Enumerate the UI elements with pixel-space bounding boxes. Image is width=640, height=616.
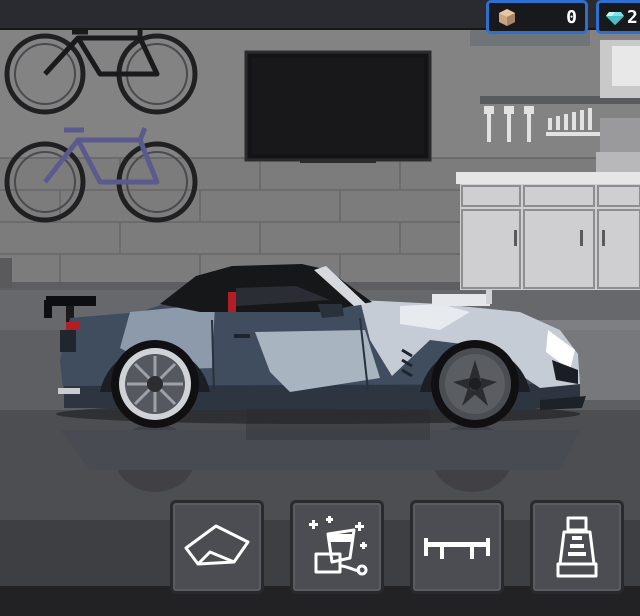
- gems-value: 2: [627, 6, 638, 28]
- seat-icon: [556, 516, 598, 578]
- body-panel-icon: [184, 524, 250, 566]
- paint-button[interactable]: [290, 500, 384, 594]
- wing-icon: [424, 538, 490, 559]
- rear-wheel: [111, 340, 199, 428]
- crate-icon: [497, 7, 517, 27]
- front-wheel: [431, 340, 519, 428]
- coins-counter[interactable]: 0: [486, 0, 588, 34]
- paint-bucket-icon: [309, 516, 368, 576]
- interior-button[interactable]: [530, 500, 624, 594]
- spoiler-button[interactable]: [410, 500, 504, 594]
- diamond-icon: [605, 7, 625, 27]
- coins-value: 0: [566, 6, 577, 28]
- body-kit-button[interactable]: [170, 500, 264, 594]
- gems-counter[interactable]: 2: [596, 0, 640, 34]
